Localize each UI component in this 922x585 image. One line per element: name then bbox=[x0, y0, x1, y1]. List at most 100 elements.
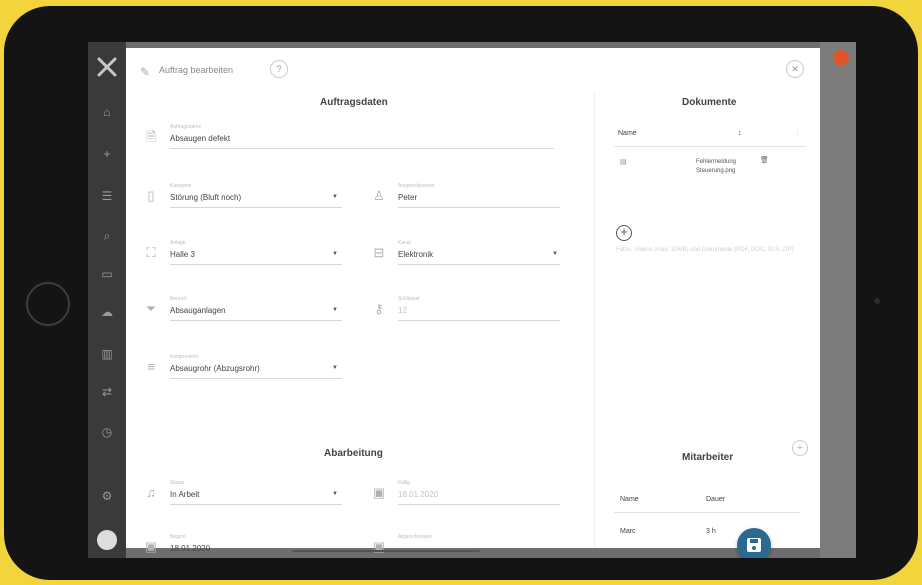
field-label: Anlage bbox=[170, 240, 186, 246]
clock-icon[interactable]: ◷ bbox=[99, 424, 115, 440]
documents-sort-icon[interactable]: ↕ bbox=[738, 130, 742, 137]
field-label: Kanal bbox=[398, 240, 411, 246]
employees-col-name: Name bbox=[620, 496, 639, 503]
field-underline bbox=[398, 264, 560, 265]
background-page bbox=[820, 42, 856, 558]
search-icon[interactable]: ⌕ bbox=[99, 228, 115, 244]
status-select[interactable]: ♫ Status In Arbeit ▼ bbox=[142, 480, 342, 508]
calendar-icon: ▣ bbox=[144, 539, 158, 554]
completed-date-field[interactable]: ▣ Abgeschlossen bbox=[370, 534, 562, 558]
question-icon[interactable]: ? bbox=[270, 60, 288, 78]
monitor-icon[interactable]: ▭ bbox=[99, 266, 115, 282]
bell-icon: ♫ bbox=[146, 485, 156, 500]
category-select[interactable]: ▯ Kategorie Störung (Bluft noch) ▼ bbox=[142, 183, 342, 211]
field-label: Komponente bbox=[170, 354, 199, 360]
document-icon: 🗎 bbox=[145, 129, 157, 144]
cloud-icon[interactable]: ☁ bbox=[99, 304, 115, 320]
home-button[interactable] bbox=[26, 282, 70, 326]
inbox-icon: ⊟ bbox=[373, 245, 385, 260]
app-screen: ⌂ + ☰ ⌕ ▭ ☁ ▥ ⇄ ◷ ⚙ ✎ Auftrag bearbeiten… bbox=[88, 42, 856, 558]
field-underline bbox=[398, 207, 560, 208]
notification-avatar[interactable] bbox=[833, 50, 849, 66]
due-date-field[interactable]: ▣ Fällig 18.01.2020 bbox=[370, 480, 562, 508]
user-avatar[interactable] bbox=[97, 530, 117, 550]
order-name-field[interactable]: 🗎 Auftragsname Absaugen defekt bbox=[142, 124, 562, 152]
add-document-icon[interactable]: + bbox=[616, 225, 632, 241]
field-value: 12 bbox=[398, 306, 407, 315]
file-icon: ▤ bbox=[620, 159, 627, 166]
document-filename[interactable]: Fehlermeldung Steuerung.png bbox=[696, 158, 752, 176]
org-chart-icon: ⛶ bbox=[146, 245, 156, 260]
field-value: Halle 3 bbox=[170, 250, 195, 259]
dropdown-arrow-icon: ▼ bbox=[332, 365, 338, 371]
employees-col-duration: Dauer bbox=[706, 496, 726, 503]
section-title-mitarbeiter: Mitarbeiter bbox=[682, 452, 734, 463]
field-value: Peter bbox=[398, 193, 418, 202]
employee-duration: 3 h bbox=[706, 528, 716, 535]
key-icon: ⚷ bbox=[374, 301, 384, 316]
plus-icon[interactable]: + bbox=[99, 146, 115, 162]
dropdown-arrow-icon: ▼ bbox=[332, 251, 338, 257]
field-underline bbox=[170, 378, 342, 379]
field-label: Status bbox=[170, 480, 185, 486]
field-underline bbox=[170, 148, 554, 149]
upload-hint: Fotos, Videos (max. 10MB) und Dokumente … bbox=[616, 247, 794, 253]
field-label: Bereich bbox=[170, 296, 187, 302]
section-title-dokumente: Dokumente bbox=[682, 97, 737, 108]
dialog-title: Auftrag bearbeiten bbox=[159, 65, 234, 75]
close-icon[interactable]: ✕ bbox=[786, 60, 804, 78]
field-underline bbox=[170, 207, 342, 208]
tools-logo-icon bbox=[97, 57, 117, 77]
home-indicator bbox=[292, 550, 480, 552]
area-select[interactable]: ⏷ Bereich Absauganlagen ▼ bbox=[142, 296, 342, 324]
save-icon bbox=[747, 538, 761, 552]
start-date-field[interactable]: ▣ Beginn 18.01.2020 bbox=[142, 534, 342, 558]
field-value: Absauganlagen bbox=[170, 306, 226, 315]
tablet-frame: ⌂ + ☰ ⌕ ▭ ☁ ▥ ⇄ ◷ ⚙ ✎ Auftrag bearbeiten… bbox=[4, 6, 918, 580]
chart-icon[interactable]: ▥ bbox=[99, 346, 115, 362]
dropdown-arrow-icon: ▼ bbox=[552, 251, 558, 257]
field-label: Schlüssel bbox=[398, 296, 420, 302]
field-value: Elektronik bbox=[398, 250, 434, 259]
section-title-auftragsdaten: Auftragsdaten bbox=[320, 97, 388, 108]
save-button[interactable] bbox=[737, 528, 771, 558]
component-select[interactable]: ≡ Komponente Absaugrohr (Abzugsrohr) ▼ bbox=[142, 354, 342, 382]
app-sidebar: ⌂ + ☰ ⌕ ▭ ☁ ▥ ⇄ ◷ ⚙ bbox=[88, 42, 126, 558]
list-icon: ≡ bbox=[147, 359, 155, 374]
calendar-check-icon: ▣ bbox=[372, 539, 386, 554]
employee-name: Marc bbox=[620, 528, 636, 535]
key-field[interactable]: ⚷ Schlüssel 12 bbox=[370, 296, 562, 324]
add-employee-icon[interactable]: + bbox=[792, 440, 808, 456]
contact-field[interactable]: ♙ Ansprechpartner Peter bbox=[370, 183, 562, 211]
gear-icon[interactable]: ⚙ bbox=[99, 488, 115, 504]
documents-col-name: Name bbox=[618, 130, 637, 137]
dropdown-arrow-icon: ▼ bbox=[332, 194, 338, 200]
field-underline bbox=[398, 504, 560, 505]
field-value: In Arbeit bbox=[170, 490, 200, 499]
field-label: Kategorie bbox=[170, 183, 192, 189]
field-label: Beginn bbox=[170, 534, 186, 540]
field-value: Absaugen defekt bbox=[170, 134, 231, 143]
swap-icon[interactable]: ⇄ bbox=[99, 384, 115, 400]
thermometer-icon: ▯ bbox=[147, 188, 155, 203]
camera bbox=[874, 298, 880, 304]
channel-select[interactable]: ⊟ Kanal Elektronik ▼ bbox=[370, 240, 562, 268]
field-underline bbox=[170, 504, 342, 505]
edit-icon: ✎ bbox=[140, 65, 151, 79]
list-icon[interactable]: ☰ bbox=[99, 188, 115, 204]
delete-icon[interactable]: 🗑 bbox=[760, 156, 769, 164]
field-value: 18.01.2020 bbox=[398, 490, 439, 499]
field-value: Störung (Bluft noch) bbox=[170, 193, 242, 202]
field-label: Ansprechpartner bbox=[398, 183, 435, 189]
section-title-abarbeitung: Abarbeitung bbox=[324, 448, 383, 459]
facility-select[interactable]: ⛶ Anlage Halle 3 ▼ bbox=[142, 240, 342, 268]
edit-order-dialog: ✎ Auftrag bearbeiten ? ✕ Auftragsdaten D… bbox=[126, 48, 820, 554]
calendar-icon: ▣ bbox=[372, 485, 386, 500]
person-icon: ♙ bbox=[373, 188, 385, 203]
filter-icon: ⏷ bbox=[145, 301, 157, 316]
home-icon[interactable]: ⌂ bbox=[99, 104, 115, 120]
dropdown-arrow-icon: ▼ bbox=[332, 491, 338, 497]
field-label: Fällig bbox=[398, 480, 410, 486]
field-label: Abgeschlossen bbox=[398, 534, 432, 540]
documents-menu-icon[interactable]: ⋮ bbox=[794, 130, 801, 138]
